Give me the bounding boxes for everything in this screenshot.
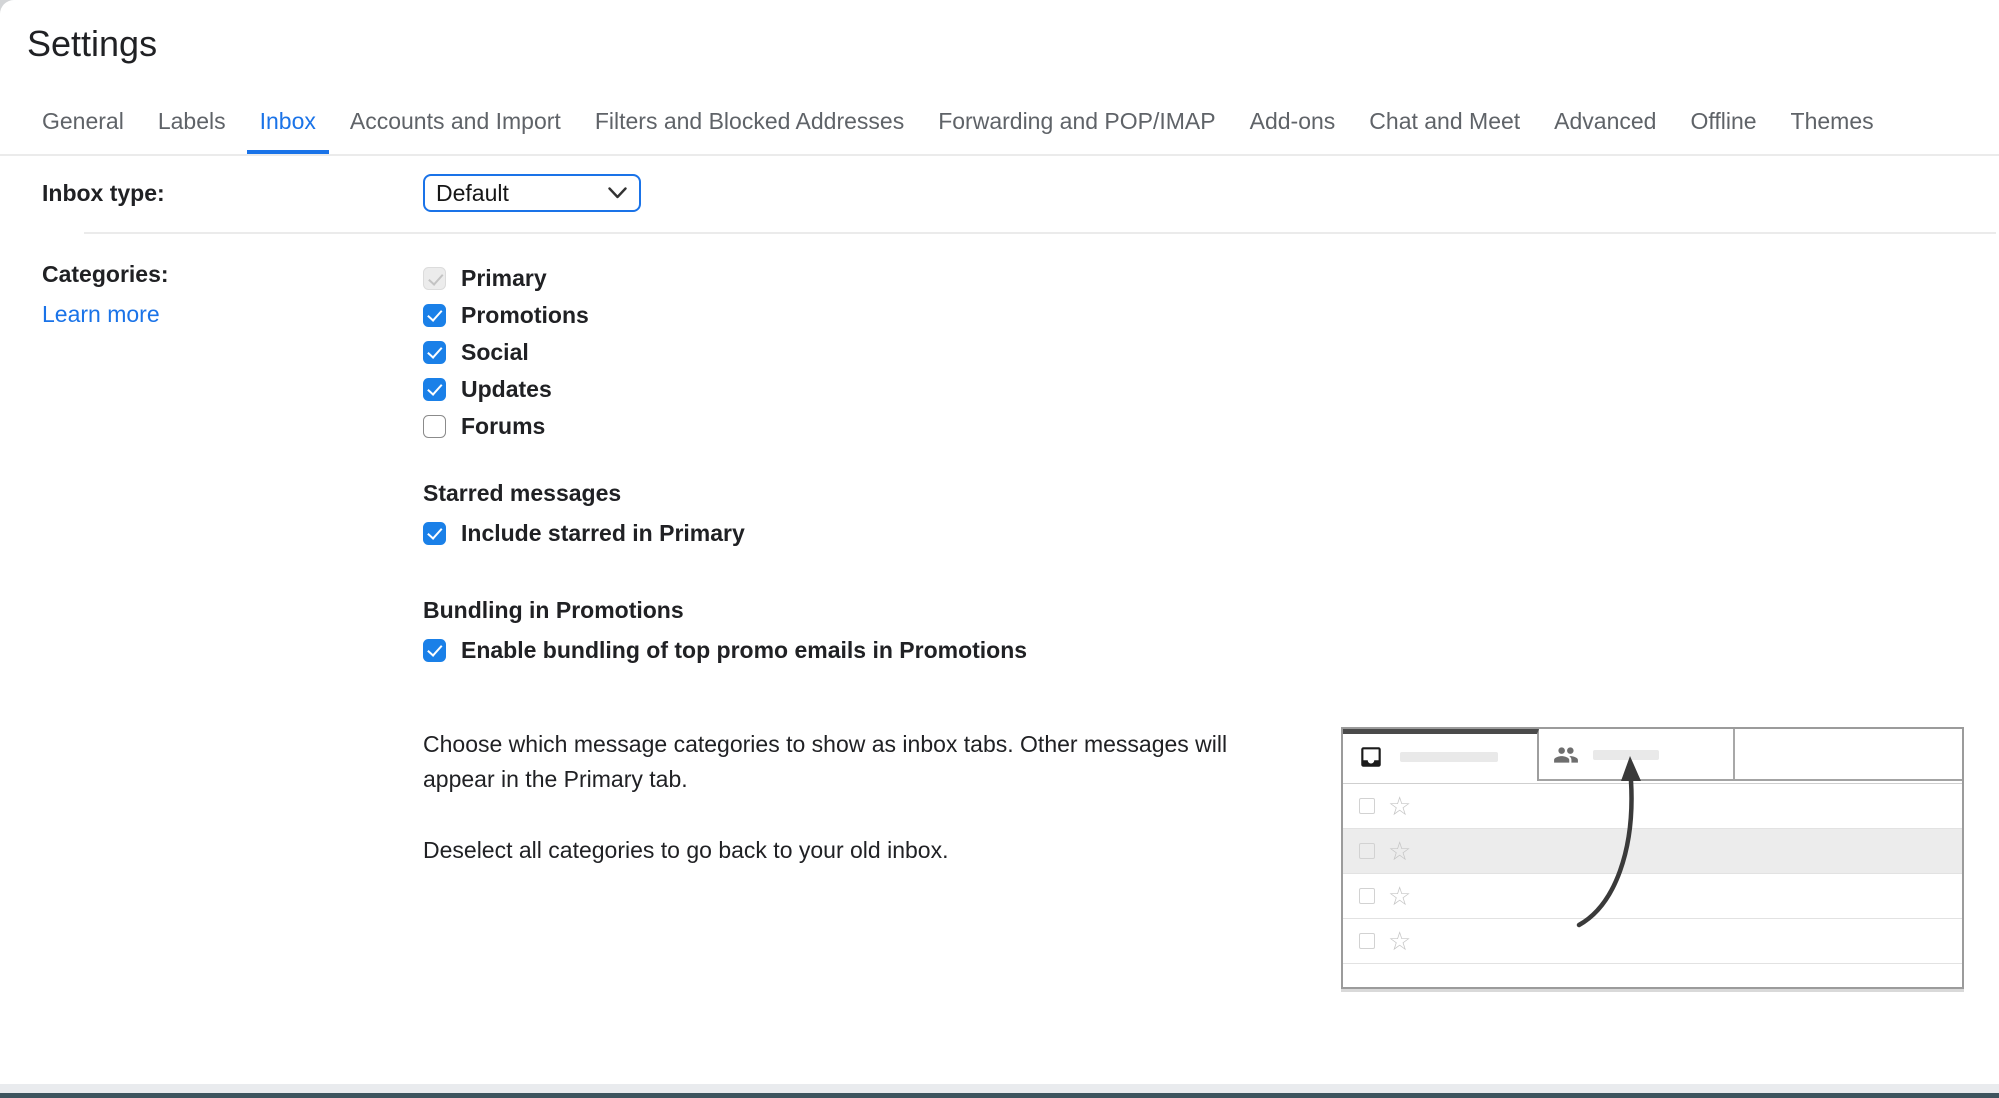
- illustration-email-row: ☆: [1343, 784, 1962, 829]
- tab-general[interactable]: General: [29, 108, 137, 154]
- chevron-down-icon: [608, 187, 627, 199]
- star-icon: ☆: [1388, 838, 1411, 864]
- settings-tab-bar: GeneralLabelsInboxAccounts and ImportFil…: [29, 108, 1959, 154]
- tab-add-ons[interactable]: Add-ons: [1237, 108, 1349, 154]
- starred-messages-section: Starred messages Include starred in Prim…: [423, 479, 1964, 552]
- promotions-checkbox[interactable]: [423, 304, 446, 327]
- illustration-email-row: ☆: [1343, 919, 1962, 964]
- social-checkbox[interactable]: [423, 341, 446, 364]
- social-checkbox-label: Social: [461, 339, 529, 366]
- include-starred-option: Include starred in Primary: [423, 515, 1964, 552]
- include-starred-checkbox[interactable]: [423, 522, 446, 545]
- description-block: Choose which message categories to show …: [423, 727, 1964, 989]
- description-paragraph-2: Deselect all categories to go back to yo…: [423, 833, 1303, 868]
- tab-offline[interactable]: Offline: [1677, 108, 1769, 154]
- illustration-tab-bar: [1343, 729, 1962, 781]
- enable-bundling-label: Enable bundling of top promo emails in P…: [461, 637, 1027, 664]
- categories-row: Categories: Learn more Primary Promotions…: [42, 234, 1999, 989]
- category-option-updates: Updates: [423, 371, 1964, 408]
- bundling-heading: Bundling in Promotions: [423, 596, 1964, 624]
- row-checkbox: [1359, 933, 1375, 949]
- categories-label: Categories:: [42, 260, 423, 288]
- inbox-type-selected-value: Default: [436, 180, 509, 207]
- tab-labels[interactable]: Labels: [145, 108, 239, 154]
- illustration-social-tab: [1539, 729, 1735, 781]
- updates-checkbox[interactable]: [423, 378, 446, 401]
- description-paragraph-1: Choose which message categories to show …: [423, 727, 1303, 797]
- inbox-type-row: Inbox type: Default: [42, 156, 1999, 232]
- inbox-type-select[interactable]: Default: [423, 174, 641, 212]
- window-bottom-strip: [0, 1084, 1999, 1093]
- enable-bundling-option: Enable bundling of top promo emails in P…: [423, 632, 1964, 669]
- primary-checkbox-label: Primary: [461, 265, 547, 292]
- promotions-checkbox-label: Promotions: [461, 302, 589, 329]
- row-checkbox: [1359, 888, 1375, 904]
- forums-checkbox[interactable]: [423, 415, 446, 438]
- enable-bundling-checkbox[interactable]: [423, 639, 446, 662]
- tab-themes[interactable]: Themes: [1778, 108, 1887, 154]
- category-option-promotions: Promotions: [423, 297, 1964, 334]
- category-option-social: Social: [423, 334, 1964, 371]
- star-icon: ☆: [1388, 928, 1411, 954]
- illustration-email-rows: ☆ ☆ ☆ ☆: [1343, 783, 1962, 964]
- category-option-primary: Primary: [423, 260, 1964, 297]
- settings-main: Inbox type: Default Categories: Learn mo…: [0, 156, 1999, 989]
- window-bottom-line: [0, 1093, 1999, 1098]
- tab-forwarding-and-pop-imap[interactable]: Forwarding and POP/IMAP: [925, 108, 1228, 154]
- illustration-email-row: ☆: [1343, 829, 1962, 874]
- illustration-email-row: ☆: [1343, 874, 1962, 919]
- tab-accounts-and-import[interactable]: Accounts and Import: [337, 108, 574, 154]
- primary-checkbox: [423, 267, 446, 290]
- learn-more-link[interactable]: Learn more: [42, 301, 160, 328]
- category-option-forums: Forums: [423, 408, 1964, 445]
- settings-header: Settings: [0, 0, 1999, 64]
- gmail-settings-page: Settings GeneralLabelsInboxAccounts and …: [0, 0, 1999, 1098]
- people-icon: [1553, 742, 1579, 768]
- bundling-section: Bundling in Promotions Enable bundling o…: [423, 596, 1964, 669]
- include-starred-label: Include starred in Primary: [461, 520, 745, 547]
- tab-chat-and-meet[interactable]: Chat and Meet: [1356, 108, 1533, 154]
- star-icon: ☆: [1388, 793, 1411, 819]
- inbox-tabs-illustration: ☆ ☆ ☆ ☆: [1341, 727, 1964, 989]
- tab-label-placeholder: [1593, 750, 1659, 760]
- row-checkbox: [1359, 843, 1375, 859]
- forums-checkbox-label: Forums: [461, 413, 545, 440]
- star-icon: ☆: [1388, 883, 1411, 909]
- tab-advanced[interactable]: Advanced: [1541, 108, 1669, 154]
- tab-inbox[interactable]: Inbox: [247, 108, 329, 154]
- starred-messages-heading: Starred messages: [423, 479, 1964, 507]
- inbox-icon: [1358, 744, 1384, 770]
- page-title: Settings: [27, 24, 1999, 64]
- illustration-primary-tab: [1343, 729, 1539, 781]
- tab-filters-and-blocked-addresses[interactable]: Filters and Blocked Addresses: [582, 108, 917, 154]
- tab-label-placeholder: [1400, 752, 1498, 762]
- updates-checkbox-label: Updates: [461, 376, 552, 403]
- row-checkbox: [1359, 798, 1375, 814]
- inbox-type-label: Inbox type:: [42, 180, 165, 206]
- category-options-list: Primary Promotions Social Updates Forums: [423, 260, 1964, 445]
